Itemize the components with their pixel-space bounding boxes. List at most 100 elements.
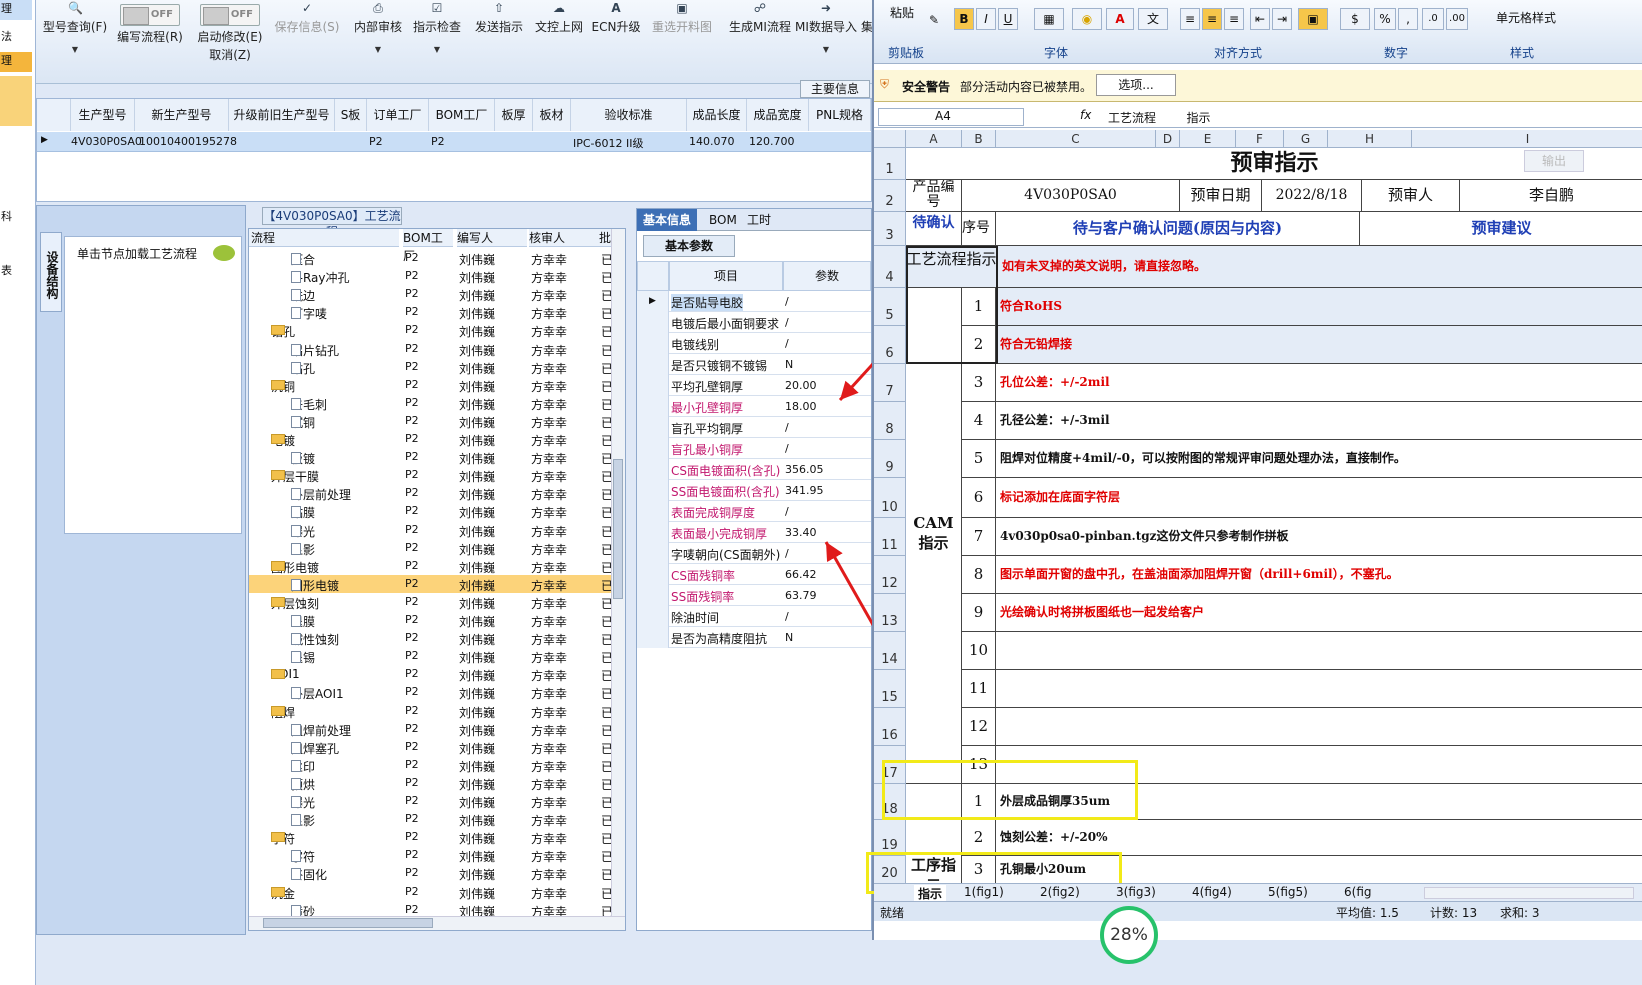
formula-input[interactable]: 工艺流程 指示: [1108, 109, 1211, 126]
seq-number[interactable]: 6: [962, 478, 996, 518]
pending-label[interactable]: 待确认: [906, 212, 962, 246]
sheet-tab[interactable]: 1(fig1): [960, 885, 1008, 899]
seq-number[interactable]: 3: [962, 364, 996, 402]
instruction-text[interactable]: 阻焊对位精度+4mil/-0，可以按附图的常规评审问题处理办法，直接制作。: [996, 440, 1642, 478]
row-header[interactable]: 2: [874, 180, 906, 212]
instruction-text[interactable]: 光绘确认时将拼板图纸也一起发给客户: [996, 594, 1642, 632]
border-button[interactable]: ▦: [1034, 8, 1064, 30]
paste-button[interactable]: 粘贴: [884, 4, 920, 40]
column-header[interactable]: B: [962, 130, 996, 148]
instruction-text[interactable]: 图示单面开窗的盘中孔，在盖油面添加阻焊开窗（drill+6mil），不塞孔。: [996, 556, 1642, 594]
column-header[interactable]: D: [1156, 130, 1180, 148]
row-header[interactable]: 11: [874, 518, 906, 556]
column-header[interactable]: H: [1328, 130, 1412, 148]
row-header[interactable]: 16: [874, 708, 906, 746]
increase-decimal-button[interactable]: .0: [1422, 8, 1444, 30]
product-label[interactable]: 产品编号: [906, 180, 962, 212]
column-header[interactable]: I: [1412, 130, 1642, 148]
seq-number[interactable]: 4: [962, 402, 996, 440]
seq-number[interactable]: 9: [962, 594, 996, 632]
font-color-button[interactable]: A: [1106, 8, 1134, 30]
seq-number[interactable]: 2: [962, 326, 996, 364]
row-header[interactable]: 3: [874, 212, 906, 246]
seq-number[interactable]: 5: [962, 440, 996, 478]
align-center-button[interactable]: ≡: [1202, 8, 1222, 30]
bold-button[interactable]: B: [954, 8, 974, 30]
row-header[interactable]: 15: [874, 670, 906, 708]
instruction-text[interactable]: 蚀刻公差：+/-20%: [996, 820, 1642, 856]
instruction-text[interactable]: 符合无铅焊接: [996, 326, 1642, 364]
row-header[interactable]: 9: [874, 440, 906, 478]
row-header[interactable]: 13: [874, 594, 906, 632]
seq-number[interactable]: 2: [962, 820, 996, 856]
decrease-decimal-button[interactable]: .00: [1446, 8, 1468, 30]
currency-button[interactable]: $: [1340, 8, 1370, 30]
row-header[interactable]: 14: [874, 632, 906, 670]
output-button[interactable]: 输出: [1524, 150, 1584, 172]
process-instruction-label[interactable]: 工艺流程指示: [906, 246, 998, 288]
instruction-text[interactable]: 孔位公差：+/-2mil: [996, 364, 1642, 402]
seq-label[interactable]: 序号: [962, 212, 996, 246]
phonetic-button[interactable]: 文: [1138, 8, 1168, 30]
seq-number[interactable]: 8: [962, 556, 996, 594]
row-header[interactable]: 6: [874, 326, 906, 364]
italic-button[interactable]: I: [976, 8, 996, 30]
row-header[interactable]: 5: [874, 288, 906, 326]
column-header[interactable]: A: [906, 130, 962, 148]
align-left-button[interactable]: ≡: [1180, 8, 1200, 30]
product-number[interactable]: 4V030P0SA0: [962, 180, 1180, 212]
seq-number[interactable]: 11: [962, 670, 996, 708]
sheet-cell[interactable]: [906, 288, 962, 364]
instruction-text[interactable]: 4v030p0sa0-pinban.tgz这份文件只参考制作拼板: [996, 518, 1642, 556]
comma-button[interactable]: ,: [1398, 8, 1418, 30]
column-header[interactable]: F: [1236, 130, 1284, 148]
sheet-tab[interactable]: 2(fig2): [1036, 885, 1084, 899]
function-icon[interactable]: fx: [1080, 108, 1091, 122]
reviewer-label[interactable]: 预审人: [1362, 180, 1460, 212]
instruction-text[interactable]: [996, 708, 1642, 746]
align-right-button[interactable]: ≡: [1224, 8, 1244, 30]
cell-style-button[interactable]: 单元格样式: [1476, 8, 1576, 30]
sheet-tab[interactable]: 指示: [914, 885, 947, 902]
indent-increase-button[interactable]: ⇥: [1272, 8, 1292, 30]
sheet-tab[interactable]: 5(fig5): [1264, 885, 1312, 899]
seq-number[interactable]: 10: [962, 632, 996, 670]
seq-number[interactable]: 12: [962, 708, 996, 746]
instruction-text[interactable]: 标记添加在底面字符层: [996, 478, 1642, 518]
reviewer-name[interactable]: 李自鹏: [1460, 180, 1642, 212]
note-cell[interactable]: 如有未叉掉的英文说明，请直接忽略。: [998, 246, 1642, 288]
sheet-tab[interactable]: 3(fig3): [1112, 885, 1160, 899]
options-button[interactable]: 选项...: [1096, 74, 1176, 96]
row-header[interactable]: 4: [874, 246, 906, 288]
seq-number[interactable]: 7: [962, 518, 996, 556]
underline-button[interactable]: U: [998, 8, 1018, 30]
instruction-text[interactable]: [996, 632, 1642, 670]
date-value[interactable]: 2022/8/18: [1262, 180, 1362, 212]
row-header[interactable]: 8: [874, 402, 906, 440]
sheet-tab[interactable]: 4(fig4): [1188, 885, 1236, 899]
instruction-text[interactable]: 孔径公差：+/-3mil: [996, 402, 1642, 440]
sheet-tab[interactable]: 6(fig: [1340, 885, 1376, 899]
cam-label[interactable]: CAM指示: [906, 364, 962, 784]
column-header[interactable]: C: [996, 130, 1156, 148]
instruction-text[interactable]: [996, 670, 1642, 708]
sheet-scrollbar[interactable]: [1424, 887, 1634, 899]
brush-icon[interactable]: ✎: [924, 10, 944, 32]
date-label[interactable]: 预审日期: [1180, 180, 1262, 212]
seq-number[interactable]: 1: [962, 288, 996, 326]
percent-button[interactable]: %: [1374, 8, 1396, 30]
merge-button[interactable]: ▣: [1298, 8, 1328, 30]
row-header[interactable]: 12: [874, 556, 906, 594]
row-header[interactable]: 10: [874, 478, 906, 518]
indent-decrease-button[interactable]: ⇤: [1250, 8, 1270, 30]
question-header[interactable]: 待与客户确认问题(原因与内容): [996, 212, 1360, 246]
column-header[interactable]: E: [1180, 130, 1236, 148]
row-header[interactable]: 1: [874, 148, 906, 180]
column-header[interactable]: G: [1284, 130, 1328, 148]
name-box[interactable]: A4: [878, 108, 1024, 126]
instruction-text[interactable]: 符合RoHS: [996, 288, 1642, 326]
row-header[interactable]: 7: [874, 364, 906, 402]
row-header[interactable]: 19: [874, 820, 906, 856]
fill-color-button[interactable]: ◉: [1072, 8, 1102, 30]
suggestion-header[interactable]: 预审建议: [1360, 212, 1642, 246]
